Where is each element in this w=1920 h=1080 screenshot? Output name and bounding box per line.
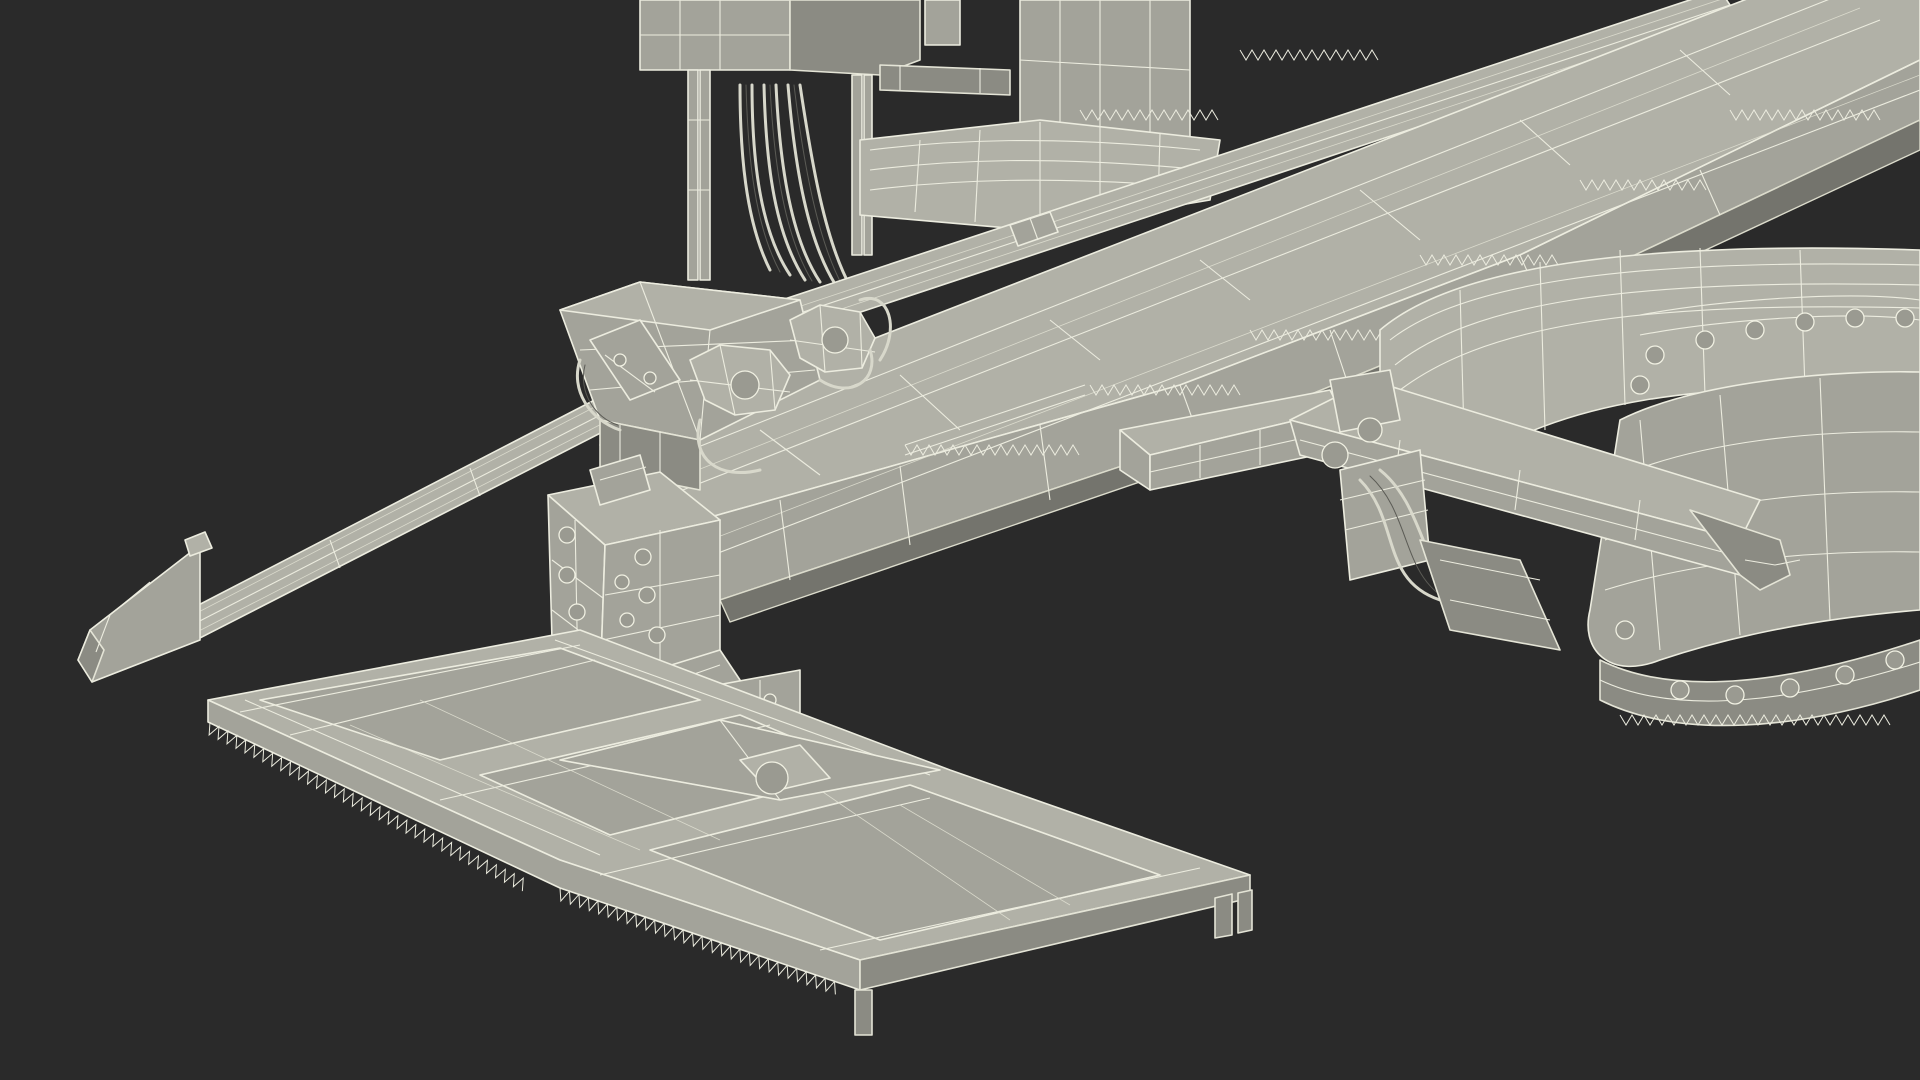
wireframe-render-viewport bbox=[0, 0, 1920, 1080]
